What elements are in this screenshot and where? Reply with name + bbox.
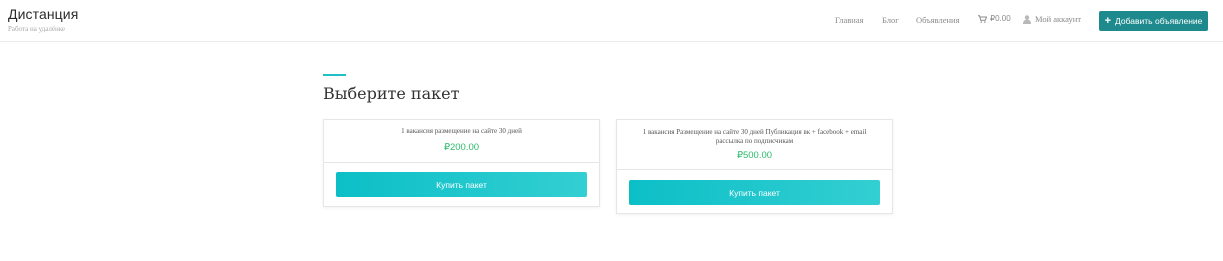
brand-tagline: Работа на удалёнке: [8, 25, 66, 33]
package-card: 1 вакансия Размещение на сайте 30 дней П…: [616, 119, 893, 214]
package-price: ₽500.00: [736, 150, 773, 161]
brand-title[interactable]: Дистанция: [8, 6, 78, 22]
package-card: 1 вакансия размещение на сайте 30 дней ₽…: [323, 119, 600, 207]
page-title: Выберите пакет: [323, 84, 460, 103]
account-label: Мой аккаунт: [1035, 14, 1082, 24]
add-listing-button[interactable]: + Добавить объявление: [1099, 11, 1208, 31]
package-price: ₽200.00: [443, 142, 480, 153]
nav-account-link[interactable]: Мой аккаунт: [1023, 14, 1081, 24]
package-description: 1 вакансия размещение на сайте 30 дней: [401, 127, 522, 135]
user-icon: [1023, 14, 1031, 24]
site-header: Дистанция Работа на удалёнке Главная Бло…: [0, 0, 1223, 42]
plus-icon: +: [1104, 14, 1112, 27]
nav-cart-link[interactable]: ₽0.00: [978, 14, 1011, 23]
package-description: 1 вакансия Размещение на сайте 30 дней П…: [642, 128, 867, 145]
buy-package-button[interactable]: Купить пакет: [629, 180, 880, 205]
nav-home-link[interactable]: Главная: [835, 15, 864, 25]
cart-icon: [978, 14, 987, 23]
nav-listings-link[interactable]: Объявления: [916, 15, 959, 25]
buy-package-button[interactable]: Купить пакет: [336, 172, 587, 197]
package-info: 1 вакансия размещение на сайте 30 дней ₽…: [324, 120, 599, 163]
package-info: 1 вакансия Размещение на сайте 30 дней П…: [617, 120, 892, 170]
nav-blog-link[interactable]: Блог: [882, 15, 899, 25]
cart-total: ₽0.00: [990, 14, 1011, 23]
title-accent-line: [323, 74, 346, 76]
add-listing-label: Добавить объявление: [1115, 16, 1203, 26]
